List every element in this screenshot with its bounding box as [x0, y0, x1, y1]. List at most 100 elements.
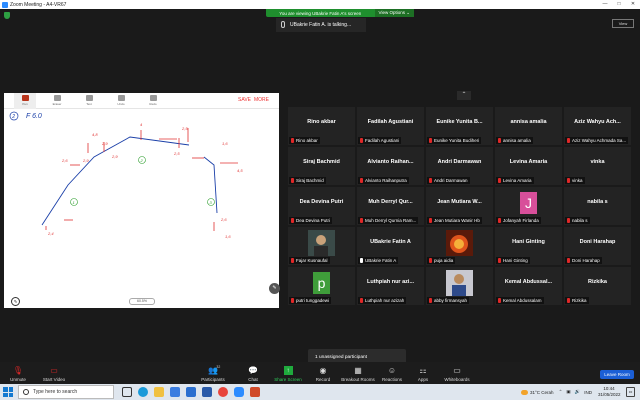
reactions-button[interactable]: ☺ Reactions	[380, 362, 404, 384]
participant-tile[interactable]: Alvianto Raihan... Alvianto Raihanputra	[357, 147, 424, 185]
search-icon	[23, 389, 29, 395]
participant-tile[interactable]: Muh Derryl Qur... Muh Derryl Qurnia Ram..…	[357, 187, 424, 225]
participant-tile[interactable]: Luthpiah nur azi... Luthpiah nur azizah	[357, 267, 424, 305]
participant-tile[interactable]: Siraj Bachmid Siraj Bachmid	[288, 147, 355, 185]
chat-label: Chat	[248, 377, 258, 382]
talking-text: UBakrie Fatin A. is talking...	[290, 22, 352, 28]
participant-tile[interactable]: puja aidia	[426, 227, 493, 265]
chat-button[interactable]: 💬 Chat	[244, 362, 262, 384]
unmute-button[interactable]: 🎙 Unmute	[6, 362, 30, 384]
participant-tile[interactable]: annisa amalia annisa amalia	[495, 107, 562, 145]
clock-date: 31/05/2022	[598, 392, 621, 397]
participant-tile[interactable]: Fadilah Agustiani Fadilah Agustiani	[357, 107, 424, 145]
annotation-45: 4,5	[237, 168, 243, 173]
muted-mic-icon	[567, 298, 570, 303]
whiteboard-canvas[interactable]: 2 F 6.0 1 2 3 4,8 2,9 4 2,9 2,5 2,5 1,6 …	[4, 110, 279, 290]
participant-label: putri tunggadewi	[289, 297, 332, 304]
participant-label-text: putri tunggadewi	[296, 298, 330, 303]
participant-tile[interactable]: Doni Harahap Doni Harahap	[564, 227, 631, 265]
weather-icon[interactable]	[521, 389, 528, 395]
breakout-rooms-button[interactable]: ▦ Breakout Rooms	[340, 362, 376, 384]
participant-label: Jean Mutiara Wanir Hb	[427, 217, 482, 224]
maximize-button[interactable]: □	[612, 0, 626, 9]
notification-icon[interactable]: ▭	[626, 387, 635, 397]
zoom-level[interactable]: 60.5%	[129, 298, 155, 305]
zoom-app-icon[interactable]	[234, 387, 244, 397]
record-button[interactable]: ◉ Record	[312, 362, 334, 384]
muted-mic-icon	[567, 218, 570, 223]
participant-tile[interactable]: Fajar Kusnaufal	[288, 227, 355, 265]
participant-tile[interactable]: Aziz Wahyu Ach... Aziz Wahyu Achmada Sa..…	[564, 107, 631, 145]
participants-count: 32	[216, 365, 221, 369]
security-shield-icon[interactable]	[4, 12, 10, 19]
edit-icon[interactable]: ✎	[269, 283, 280, 294]
powerpoint-icon[interactable]	[250, 387, 260, 397]
word-icon[interactable]	[202, 387, 212, 397]
mic-off-icon: 🎙	[12, 366, 24, 375]
undo-tool[interactable]: Undo	[110, 93, 132, 109]
view-button[interactable]: View	[612, 19, 634, 28]
chrome-icon[interactable]	[218, 387, 228, 397]
participant-tile[interactable]: Kemal Abdussal... Kemal Abdussalam	[495, 267, 562, 305]
participant-tile[interactable]: Levina Amaria Levina Amaria	[495, 147, 562, 185]
save-button[interactable]: SAVE	[238, 97, 251, 103]
participant-label-text: Jofanyah Firlanda	[503, 218, 539, 223]
frame-line	[41, 136, 190, 226]
participant-name: Aziz Wahyu Ach...	[574, 119, 621, 125]
volume-icon[interactable]: 🔊	[575, 389, 581, 395]
annotation-16b: 1,6	[225, 234, 231, 239]
apps-button[interactable]: ⚏ Apps	[414, 362, 432, 384]
start-video-button[interactable]: ▭ Start Video	[38, 362, 70, 384]
edge-browser-icon[interactable]	[138, 387, 148, 397]
more-button[interactable]: MORE	[254, 97, 269, 103]
chevron-up-icon[interactable]: ⌃	[457, 91, 471, 100]
minimize-button[interactable]: —	[598, 0, 612, 9]
muted-mic-icon	[567, 258, 570, 263]
participant-tile[interactable]: p putri tunggadewi	[288, 267, 355, 305]
task-view-icon[interactable]	[122, 387, 132, 397]
network-icon[interactable]: ▣	[566, 389, 570, 395]
language-icon[interactable]: IND	[584, 390, 592, 395]
pen-tool[interactable]: Pen	[14, 92, 36, 109]
annotation-24: 2,4	[47, 231, 54, 236]
close-button[interactable]: ✕	[626, 0, 640, 9]
tray-chevron-icon[interactable]: ⌃	[559, 389, 563, 395]
file-explorer-icon[interactable]	[154, 387, 164, 397]
participant-tile[interactable]: Rino akbar Rino akbar	[288, 107, 355, 145]
participant-tile[interactable]: vinka vinka	[564, 147, 631, 185]
participant-avatar: J	[520, 192, 537, 214]
mail-icon[interactable]	[186, 387, 196, 397]
share-screen-button[interactable]: ↑ Share Screen	[272, 362, 304, 384]
question-number: 2	[11, 114, 15, 120]
participant-tile[interactable]: UBakrie Fatin A UBakrie Fatin A	[357, 227, 424, 265]
store-icon[interactable]	[170, 387, 180, 397]
participant-tile[interactable]: Eunike Yunita B... Eunike Yunita Budiheri	[426, 107, 493, 145]
participant-tile[interactable]: abby firmansyah	[426, 267, 493, 305]
video-off-icon: ▭	[50, 366, 58, 375]
eraser-tool[interactable]: Eraser	[46, 93, 68, 109]
participant-name: Rino akbar	[307, 119, 336, 125]
view-options-button[interactable]: View Options ⌄	[374, 9, 414, 17]
taskbar-clock[interactable]: 10:44 31/05/2022	[598, 386, 621, 398]
participant-tile[interactable]: Andri Darmawan Andri Darmawan	[426, 147, 493, 185]
redo-tool[interactable]: Redo	[142, 93, 164, 109]
text-tool[interactable]: Text	[78, 93, 100, 109]
participant-tile[interactable]: Dea Devina Putri Dea Devina Putri	[288, 187, 355, 225]
participant-tile[interactable]: J Jofanyah Firlanda	[495, 187, 562, 225]
muted-mic-icon	[291, 178, 294, 183]
windows-start-icon[interactable]	[3, 387, 13, 397]
participant-name: Dea Devina Putri	[299, 199, 344, 205]
weather-text[interactable]: 31°C Cerah	[530, 390, 554, 395]
participants-button[interactable]: 👥 32 Participants	[196, 362, 230, 384]
participant-tile[interactable]: nabila s nabila s	[564, 187, 631, 225]
taskbar-search-input[interactable]: Type here to search	[18, 385, 114, 399]
clear-icon[interactable]: ✎	[11, 297, 20, 306]
whiteboards-label: Whiteboards	[444, 377, 470, 382]
whiteboards-button[interactable]: ▭ Whiteboards	[441, 362, 473, 384]
participant-tile[interactable]: Hani Ginting Hani Ginting	[495, 227, 562, 265]
muted-mic-icon	[498, 258, 501, 263]
participant-tile[interactable]: Rizkika Rizkika	[564, 267, 631, 305]
participant-tile[interactable]: Jean Mutiara W... Jean Mutiara Wanir Hb	[426, 187, 493, 225]
leave-room-button[interactable]: Leave Room	[600, 370, 634, 379]
member-2-label: 2	[140, 158, 144, 163]
